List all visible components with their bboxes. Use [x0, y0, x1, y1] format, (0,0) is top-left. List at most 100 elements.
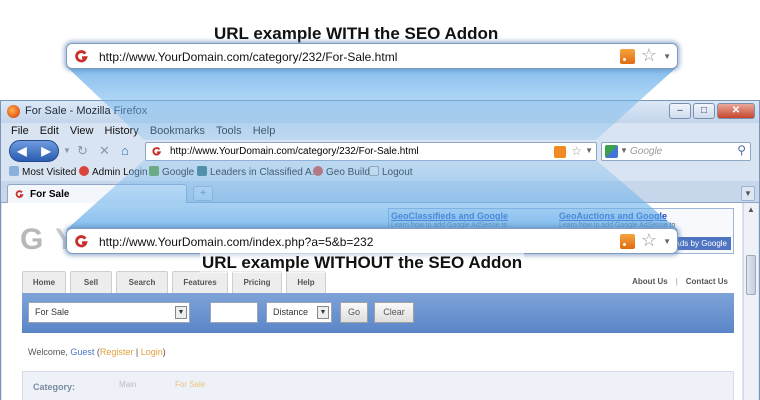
engine-dropdown-icon[interactable]: ▼ [620, 146, 628, 155]
leaders-favicon-icon [197, 166, 207, 176]
top-caption: URL example WITH the SEO Addon [214, 24, 499, 43]
welcome-text: Welcome, Guest (Register | Login) [28, 347, 166, 357]
bookmark-star-icon[interactable]: ☆ [641, 230, 657, 251]
chevron-down-icon: ▼ [317, 306, 329, 319]
link-separator: | [675, 277, 678, 286]
vertical-scrollbar[interactable]: ▲ [743, 203, 758, 400]
bookmark-star-icon[interactable]: ☆ [641, 45, 657, 66]
search-icon[interactable]: ⚲ [737, 143, 746, 157]
menu-help[interactable]: Help [253, 125, 276, 137]
guest-name: Guest [70, 347, 95, 357]
site-nav-tabs: Home Sell Search Features Pricing Help [22, 271, 734, 293]
tab-favicon-icon [15, 190, 24, 198]
new-tab-button[interactable]: + [193, 186, 213, 201]
tab-home[interactable]: Home [22, 271, 66, 293]
window-controls: – □ ✕ [669, 103, 755, 119]
bookmark-logout[interactable]: Logout [369, 166, 413, 178]
clear-button[interactable]: Clear [374, 302, 414, 323]
tab-label: For Sale [30, 189, 70, 200]
minimize-button[interactable]: – [669, 103, 691, 119]
bookmark-geo-build[interactable]: Geo Build [313, 166, 370, 178]
menu-view[interactable]: View [70, 125, 94, 137]
distance-select[interactable]: Distance ▼ [266, 302, 332, 323]
google-favicon-icon [149, 166, 159, 176]
tab-strip: For Sale + ▼ [1, 181, 759, 203]
page-icon [369, 166, 379, 176]
login-link[interactable]: Login [141, 347, 163, 357]
address-dropdown-icon[interactable]: ▼ [663, 237, 671, 246]
bookmark-admin-login[interactable]: Admin Login [79, 166, 148, 178]
menu-bar: File Edit View History Bookmarks Tools H… [1, 123, 759, 139]
history-dropdown-icon[interactable]: ▼ [63, 146, 71, 155]
firefox-icon [7, 105, 20, 118]
menu-history[interactable]: History [105, 125, 139, 137]
menu-edit[interactable]: Edit [40, 125, 59, 137]
site-favicon-icon [75, 235, 88, 248]
contact-us-link[interactable]: Contact Us [686, 277, 728, 286]
tab-pricing[interactable]: Pricing [232, 271, 282, 293]
address-bar[interactable]: http://www.YourDomain.com/category/232/F… [145, 142, 597, 161]
rss-icon[interactable] [554, 146, 566, 158]
address-dropdown-icon[interactable]: ▼ [663, 52, 671, 61]
stop-icon[interactable]: ✕ [99, 143, 110, 159]
category-select[interactable]: For Sale ▼ [28, 302, 190, 323]
crumb-main[interactable]: Main [119, 380, 136, 389]
category-label: Category: [33, 382, 76, 392]
reload-icon[interactable]: ↻ [77, 143, 88, 159]
bookmark-star-icon[interactable]: ☆ [571, 144, 582, 158]
bookmark-leaders[interactable]: Leaders in Classified A... [197, 166, 320, 178]
geo-favicon-icon [313, 166, 323, 176]
top-links: About Us | Contact Us [632, 277, 728, 286]
bottom-caption: URL example WITHOUT the SEO Addon [200, 253, 525, 273]
forward-button[interactable]: ▶ [36, 144, 56, 158]
tab-for-sale[interactable]: For Sale [7, 184, 187, 203]
menu-bookmarks[interactable]: Bookmarks [150, 125, 205, 137]
scroll-up-icon[interactable]: ▲ [746, 205, 756, 217]
logo-g-icon: G [20, 223, 46, 256]
back-button[interactable]: ◀ [12, 144, 32, 158]
crumb-for-sale[interactable]: For Sale [175, 380, 205, 389]
home-icon[interactable]: ⌂ [121, 143, 129, 158]
search-box[interactable]: ▼ Google ⚲ [601, 142, 751, 161]
menu-file[interactable]: File [11, 125, 29, 137]
window-title: For Sale - Mozilla Firefox [25, 105, 148, 117]
bookmarks-icon [9, 166, 19, 176]
rss-icon[interactable] [620, 49, 635, 64]
ad-link-classifieds[interactable]: GeoClassifieds and Google [391, 211, 508, 221]
address-dropdown-icon[interactable]: ▼ [585, 146, 593, 155]
menu-tools[interactable]: Tools [216, 125, 242, 137]
non-seo-url-bar[interactable]: http://www.YourDomain.com/index.php?a=5&… [66, 228, 678, 254]
tab-search[interactable]: Search [116, 271, 168, 293]
chevron-down-icon: ▼ [175, 306, 187, 319]
geo-favicon-icon [79, 166, 89, 176]
maximize-button[interactable]: □ [693, 103, 715, 119]
title-bar: For Sale - Mozilla Firefox – □ ✕ [1, 101, 759, 123]
back-forward-buttons: ◀ ▶ [9, 140, 59, 162]
rss-icon[interactable] [620, 234, 635, 249]
category-bar: Category: Main For Sale [22, 371, 734, 400]
search-strip: For Sale ▼ Distance ▼ Go Clear [22, 293, 734, 333]
register-link[interactable]: Register [100, 347, 134, 357]
close-button[interactable]: ✕ [717, 103, 755, 119]
ads-by-google-badge[interactable]: Ads by Google [670, 237, 731, 250]
tab-list-icon[interactable]: ▼ [741, 186, 755, 201]
site-favicon-icon [75, 50, 88, 63]
non-seo-url-text: http://www.YourDomain.com/index.php?a=5&… [99, 235, 374, 249]
bookmarks-toolbar: Most Visited Admin Login Google Leaders … [1, 163, 759, 181]
zip-input[interactable] [210, 302, 258, 323]
tab-sell[interactable]: Sell [70, 271, 112, 293]
go-button[interactable]: Go [340, 302, 368, 323]
tab-help[interactable]: Help [286, 271, 326, 293]
navigation-toolbar: ◀ ▶ ▼ ↻ ✕ ⌂ http://www.YourDomain.com/ca… [1, 139, 759, 163]
bookmark-google[interactable]: Google [149, 166, 194, 178]
scroll-thumb[interactable] [746, 255, 756, 295]
seo-url-bar[interactable]: http://www.YourDomain.com/category/232/F… [66, 43, 678, 69]
ad-link-auctions[interactable]: GeoAuctions and Google [559, 211, 667, 221]
google-engine-icon [605, 145, 618, 158]
seo-url-text: http://www.YourDomain.com/category/232/F… [99, 50, 398, 64]
search-placeholder: Google [630, 146, 663, 157]
about-us-link[interactable]: About Us [632, 277, 668, 286]
tab-features[interactable]: Features [172, 271, 228, 293]
bookmark-most-visited[interactable]: Most Visited [9, 166, 76, 178]
screenshot-stage: For Sale - Mozilla Firefox – □ ✕ File Ed… [0, 0, 760, 400]
